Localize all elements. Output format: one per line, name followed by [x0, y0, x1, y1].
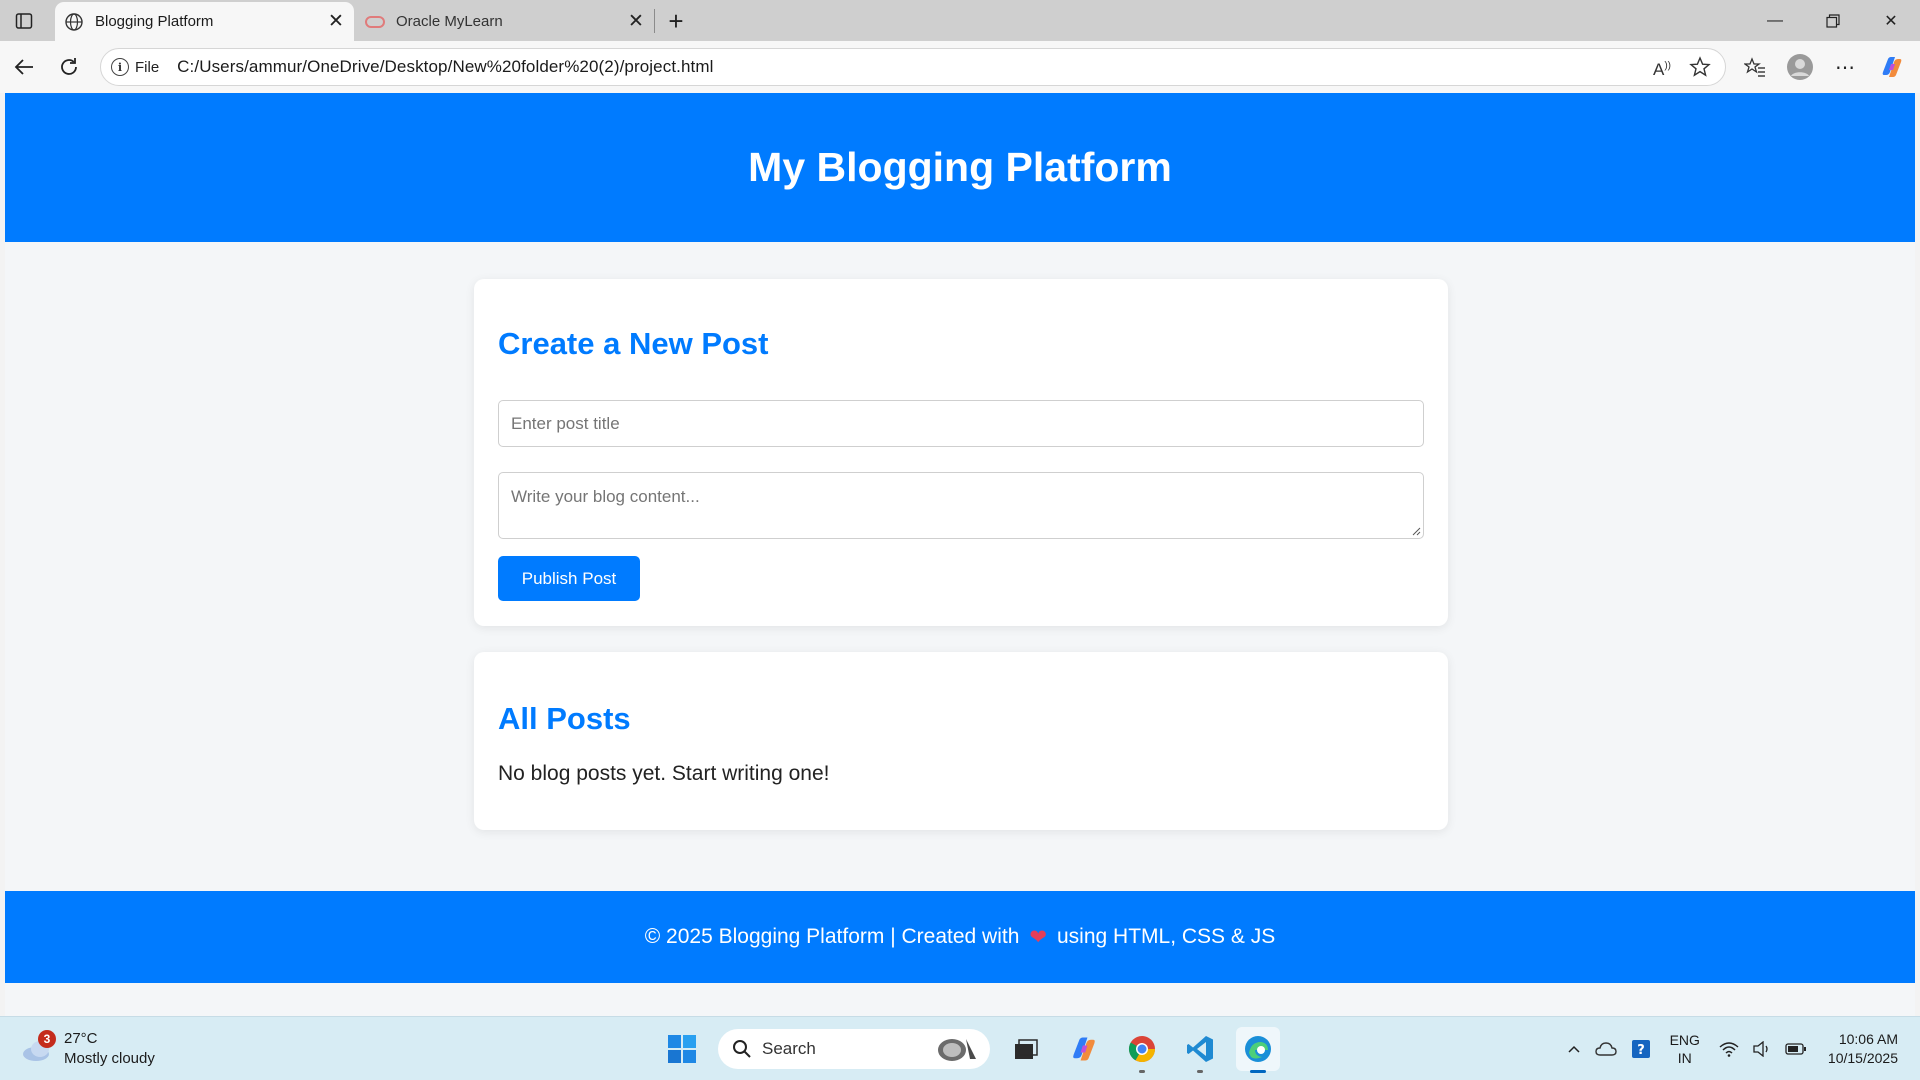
- favorites-icon[interactable]: [1741, 53, 1769, 81]
- svg-text:?: ?: [1637, 1043, 1645, 1058]
- browser-tab-strip: Blogging Platform ✕ Oracle MyLearn ✕ + —…: [0, 0, 1920, 41]
- site-info-icon[interactable]: i: [111, 58, 129, 76]
- tab-title: Blogging Platform: [95, 13, 214, 30]
- site-title: My Blogging Platform: [748, 144, 1172, 190]
- windows-start-icon[interactable]: [660, 1027, 704, 1071]
- page-viewport: My Blogging Platform Create a New Post E…: [5, 93, 1915, 1016]
- address-bar[interactable]: i File C:/Users/ammur/OneDrive/Desktop/N…: [100, 48, 1726, 86]
- chrome-icon[interactable]: [1120, 1027, 1164, 1073]
- tab-title: Oracle MyLearn: [396, 13, 503, 30]
- weather-badge: 3: [38, 1030, 56, 1048]
- empty-posts-message: No blog posts yet. Start writing one!: [498, 762, 830, 785]
- favorite-star-icon[interactable]: [1689, 56, 1711, 83]
- footer-text-end: using HTML, CSS & JS: [1057, 925, 1276, 948]
- tab-divider: [654, 9, 655, 33]
- clock-time: 10:06 AM: [1838, 1031, 1898, 1047]
- close-tab-icon[interactable]: ✕: [324, 10, 348, 34]
- back-icon[interactable]: [10, 53, 38, 81]
- more-options-icon[interactable]: ⋯: [1831, 53, 1859, 81]
- wifi-icon[interactable]: [1719, 1041, 1739, 1057]
- vscode-icon[interactable]: [1178, 1027, 1222, 1073]
- post-title-placeholder: Enter post title: [511, 413, 620, 433]
- globe-icon: [63, 11, 85, 33]
- tab-blogging-platform[interactable]: Blogging Platform ✕: [55, 2, 354, 41]
- system-clock[interactable]: 10:06 AM 10/15/2025: [1828, 1030, 1898, 1068]
- all-posts-card: All Posts No blog posts yet. Start writi…: [474, 652, 1448, 830]
- oracle-icon: [364, 11, 386, 33]
- search-highlight-icon: [938, 1039, 976, 1061]
- close-tab-icon[interactable]: ✕: [624, 10, 648, 34]
- copilot-app-icon[interactable]: [1062, 1027, 1106, 1071]
- all-posts-heading: All Posts: [498, 701, 631, 736]
- address-url[interactable]: C:/Users/ammur/OneDrive/Desktop/New%20fo…: [177, 57, 713, 77]
- address-scheme-label: File: [135, 58, 160, 76]
- language-code: ENG: [1669, 1032, 1700, 1048]
- task-view-icon[interactable]: [1004, 1027, 1048, 1071]
- publish-post-button[interactable]: Publish Post: [498, 556, 640, 601]
- clock-date: 10/15/2025: [1827, 1050, 1898, 1066]
- refresh-icon[interactable]: [55, 53, 83, 81]
- site-header: My Blogging Platform: [5, 93, 1915, 242]
- show-hidden-icons-chevron-icon[interactable]: [1567, 1044, 1581, 1054]
- heart-icon: ❤: [1029, 925, 1047, 949]
- search-icon: [733, 1040, 751, 1058]
- battery-icon[interactable]: [1785, 1043, 1807, 1055]
- read-aloud-icon[interactable]: A)): [1653, 60, 1671, 80]
- create-post-heading: Create a New Post: [498, 326, 769, 361]
- taskbar: 3 27°C Mostly cloudy Search ? ENG IN 10:…: [0, 1016, 1920, 1080]
- profile-avatar-icon[interactable]: [1786, 53, 1814, 81]
- app-tray-icon[interactable]: ?: [1631, 1039, 1651, 1059]
- footer-text-start: © 2025 Blogging Platform | Created with: [644, 925, 1020, 948]
- language-region: IN: [1677, 1050, 1692, 1066]
- weather-condition: Mostly cloudy: [64, 1050, 155, 1067]
- onedrive-cloud-icon[interactable]: [1594, 1041, 1617, 1057]
- edge-icon[interactable]: [1236, 1027, 1280, 1073]
- close-window-button[interactable]: ✕: [1868, 0, 1914, 41]
- restore-button[interactable]: [1810, 0, 1856, 41]
- create-post-card: Create a New Post Enter post title Write…: [474, 279, 1448, 626]
- taskbar-search-box[interactable]: Search: [718, 1029, 990, 1069]
- new-tab-button[interactable]: +: [662, 6, 690, 36]
- copilot-icon[interactable]: [1878, 53, 1906, 81]
- site-footer: © 2025 Blogging Platform | Created with …: [5, 891, 1915, 983]
- weather-temperature: 27°C: [64, 1030, 98, 1047]
- resize-handle-icon[interactable]: [1412, 527, 1421, 536]
- post-content-placeholder: Write your blog content...: [511, 487, 700, 506]
- minimize-button[interactable]: —: [1752, 0, 1798, 41]
- sidebar-toggle-icon[interactable]: [12, 9, 36, 33]
- weather-widget[interactable]: 3 27°C Mostly cloudy: [20, 1029, 155, 1069]
- search-label: Search: [762, 1039, 816, 1058]
- browser-toolbar: i File C:/Users/ammur/OneDrive/Desktop/N…: [0, 41, 1920, 93]
- tab-oracle-mylearn[interactable]: Oracle MyLearn ✕: [356, 2, 654, 41]
- volume-icon[interactable]: [1753, 1041, 1771, 1057]
- post-content-textarea[interactable]: Write your blog content...: [498, 472, 1424, 539]
- language-indicator[interactable]: ENG IN: [1670, 1031, 1700, 1067]
- cloud-icon: 3: [20, 1030, 56, 1064]
- post-title-input[interactable]: Enter post title: [498, 400, 1424, 447]
